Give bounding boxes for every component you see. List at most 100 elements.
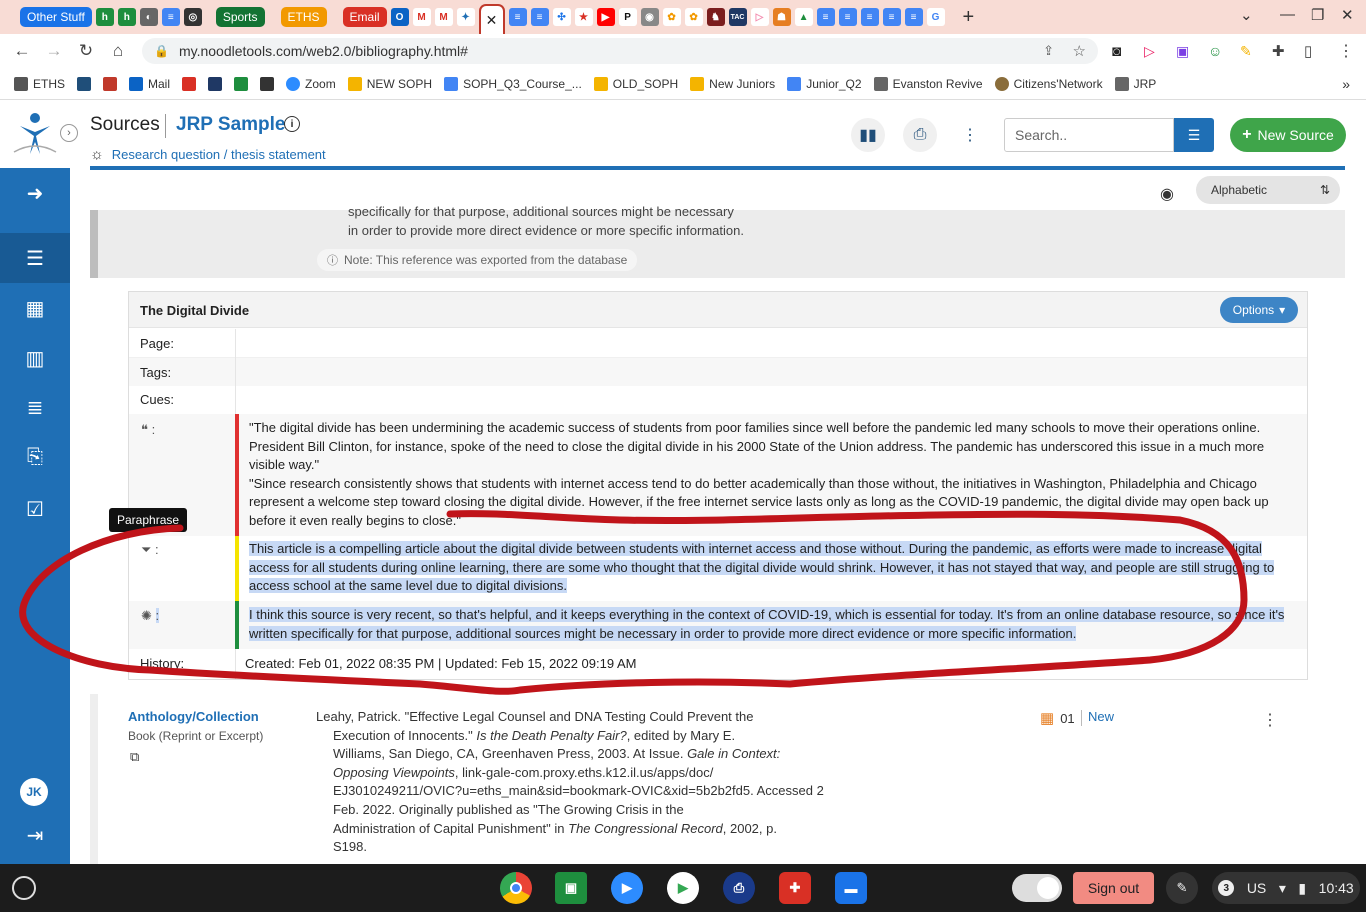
- tab-search-icon[interactable]: ⌄: [1240, 6, 1253, 24]
- tab-favicon[interactable]: ✣: [552, 8, 571, 26]
- info-icon[interactable]: i: [284, 116, 300, 132]
- sidebar-item-logout[interactable]: ⇥: [0, 810, 70, 860]
- docs-icon[interactable]: ≡: [838, 8, 857, 26]
- docs-icon[interactable]: ≡: [508, 8, 527, 26]
- bookmark-item[interactable]: ETHS: [14, 76, 65, 91]
- tab-favicon[interactable]: ✿: [662, 8, 681, 26]
- extension-icon[interactable]: ▷: [1144, 43, 1155, 60]
- bookmark-item[interactable]: Zoom: [286, 76, 336, 91]
- tab-group-email[interactable]: Email: [342, 7, 387, 27]
- sidebar-item-todo[interactable]: ☑: [0, 484, 70, 534]
- cues-row[interactable]: Cues:: [129, 386, 1307, 414]
- bookmark-item[interactable]: Junior_Q2: [787, 76, 862, 91]
- noodletools-logo-icon[interactable]: [10, 110, 60, 158]
- new-tab-button[interactable]: +: [963, 6, 975, 29]
- tags-row[interactable]: Tags:: [129, 358, 1307, 386]
- bookmark-item[interactable]: [234, 76, 249, 91]
- screencast-icon[interactable]: ✚: [779, 872, 811, 904]
- docs-icon[interactable]: ≡: [882, 8, 901, 26]
- more-bookmarks-icon[interactable]: »: [1342, 76, 1350, 92]
- bookmark-star-icon[interactable]: ☆: [1073, 42, 1086, 60]
- bookmark-item[interactable]: New Juniors: [690, 76, 775, 91]
- close-window-icon[interactable]: ✕: [1341, 6, 1354, 24]
- new-source-button[interactable]: + New Source: [1230, 118, 1346, 152]
- address-bar[interactable]: 🔒 my.noodletools.com/web2.0/bibliography…: [142, 38, 1098, 64]
- source-menu-icon[interactable]: ⋮: [1262, 710, 1278, 730]
- minimize-icon[interactable]: —: [1280, 6, 1295, 23]
- chart-icon[interactable]: ▮▮: [851, 118, 885, 152]
- source-type-link[interactable]: Anthology/Collection: [128, 709, 259, 724]
- docs-icon[interactable]: ≡: [904, 8, 923, 26]
- tab-favicon[interactable]: ◎: [183, 8, 202, 26]
- youtube-icon[interactable]: ▶: [596, 8, 615, 26]
- tab-favicon[interactable]: ✿: [684, 8, 703, 26]
- tab-favicon[interactable]: ♞: [706, 8, 725, 26]
- play-store-icon[interactable]: ▶: [667, 872, 699, 904]
- sidebar-item-back[interactable]: ➜: [0, 168, 70, 218]
- print-icon[interactable]: ⎙: [903, 118, 937, 152]
- tab-favicon[interactable]: ◉: [640, 8, 659, 26]
- bookmark-item[interactable]: [208, 76, 223, 91]
- bookmark-item[interactable]: [182, 76, 197, 91]
- bookmark-item[interactable]: [260, 76, 275, 91]
- zoom-icon[interactable]: ▶: [611, 872, 643, 904]
- project-title[interactable]: JRP Sample: [176, 114, 285, 136]
- tab-favicon[interactable]: h: [117, 8, 136, 26]
- tab-favicon[interactable]: ▷: [750, 8, 769, 26]
- tab-favicon[interactable]: ≡: [161, 8, 180, 26]
- bookmark-item[interactable]: SOPH_Q3_Course_...: [444, 76, 582, 91]
- chrome-icon[interactable]: [500, 872, 532, 904]
- sidebar-item-notecards[interactable]: ▥: [0, 333, 70, 383]
- sidebar-item-outline[interactable]: ≣: [0, 382, 70, 432]
- active-tab-close-icon[interactable]: ✕: [478, 4, 505, 34]
- search-input[interactable]: Search..: [1004, 118, 1174, 152]
- files-icon[interactable]: ▬: [835, 872, 867, 904]
- extension-icon[interactable]: ✎: [1240, 43, 1252, 60]
- tab-favicon[interactable]: ☗: [772, 8, 791, 26]
- sidebar-item-sources[interactable]: ☰: [0, 233, 70, 283]
- sidebar-item-dashboard[interactable]: ▦: [0, 283, 70, 333]
- share-icon[interactable]: ⇪: [1043, 43, 1054, 59]
- extension-icon[interactable]: ▣: [1176, 43, 1189, 60]
- gmail-icon[interactable]: M: [412, 8, 431, 26]
- toggle-switch[interactable]: [1012, 874, 1062, 902]
- sign-out-button[interactable]: Sign out: [1073, 872, 1154, 904]
- tab-favicon[interactable]: TAC: [728, 8, 747, 26]
- quote-row[interactable]: ❝ : "The digital divide has been undermi…: [129, 414, 1307, 536]
- tab-favicon[interactable]: h: [95, 8, 114, 26]
- stylus-icon[interactable]: ✎: [1166, 872, 1198, 904]
- bookmark-item[interactable]: Mail: [129, 76, 170, 91]
- extension-icon[interactable]: ☺: [1208, 43, 1222, 59]
- restore-icon[interactable]: ❐: [1311, 6, 1324, 24]
- google-icon[interactable]: G: [926, 8, 945, 26]
- expand-sidebar-icon[interactable]: ›: [60, 124, 78, 142]
- gmail-icon[interactable]: M: [434, 8, 453, 26]
- bookmark-item[interactable]: [77, 76, 92, 91]
- epson-icon[interactable]: ⎙: [723, 872, 755, 904]
- forward-icon[interactable]: →: [38, 41, 70, 61]
- bookmark-item[interactable]: OLD_SOPH: [593, 76, 678, 91]
- research-question-link[interactable]: ☼ Research question / thesis statement: [90, 146, 326, 163]
- options-button[interactable]: Options ▾: [1220, 297, 1298, 323]
- sidebar-item-paper[interactable]: ⎘: [0, 432, 70, 482]
- side-panel-icon[interactable]: ▯: [1304, 42, 1312, 60]
- notecard-count[interactable]: ▦ 01: [1040, 709, 1082, 727]
- extensions-puzzle-icon[interactable]: ✚: [1272, 42, 1285, 60]
- sort-select[interactable]: Alphabetic ⇅: [1196, 176, 1340, 204]
- star-icon[interactable]: ★: [574, 8, 593, 26]
- reload-icon[interactable]: ↻: [70, 41, 102, 61]
- bookmark-item[interactable]: [103, 76, 118, 91]
- tab-favicon[interactable]: ◐: [139, 8, 158, 26]
- more-options-icon[interactable]: ⋮: [953, 118, 987, 152]
- camera-icon[interactable]: ◙: [1112, 43, 1121, 60]
- tab-favicon[interactable]: O: [390, 8, 409, 26]
- bookmark-item[interactable]: JRP: [1114, 76, 1156, 91]
- docs-icon[interactable]: ≡: [860, 8, 879, 26]
- external-link-icon[interactable]: ⧉: [130, 749, 139, 765]
- chrome-menu-icon[interactable]: ⋮: [1338, 41, 1354, 61]
- drive-icon[interactable]: ▲: [794, 8, 813, 26]
- avatar[interactable]: JK: [20, 778, 48, 806]
- notecard-title[interactable]: The Digital Divide: [140, 303, 249, 318]
- tab-group-other-stuff[interactable]: Other Stuff: [20, 7, 92, 27]
- docs-icon[interactable]: ≡: [530, 8, 549, 26]
